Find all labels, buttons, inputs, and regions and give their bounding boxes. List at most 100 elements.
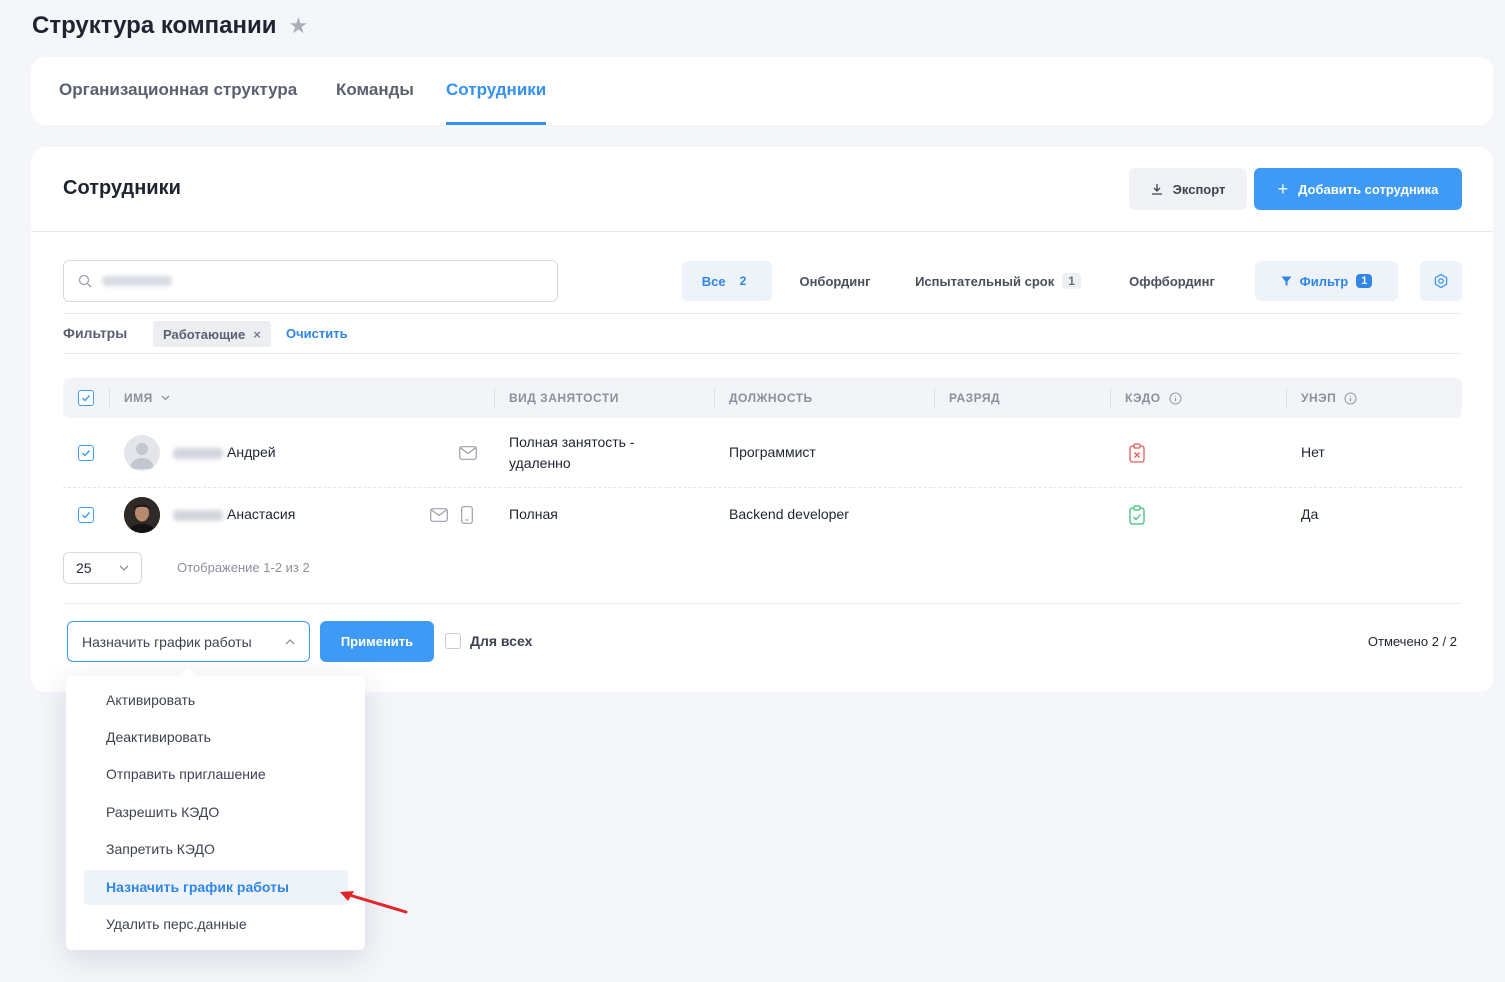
search-query-redacted (102, 276, 172, 286)
export-button[interactable]: Экспорт (1129, 168, 1247, 210)
column-grade: РАЗРЯД (949, 378, 1000, 418)
column-separator (109, 388, 110, 408)
employee-name[interactable]: Андрей (173, 442, 276, 463)
menu-item-allow-kedo[interactable]: Разрешить КЭДО (84, 795, 348, 830)
unep-value: Да (1301, 506, 1319, 522)
column-employment: ВИД ЗАНЯТОСТИ (509, 378, 619, 418)
page-title-text: Структура компании (32, 12, 277, 39)
menu-item-deactivate[interactable]: Деактивировать (84, 720, 348, 755)
row-checkbox[interactable] (78, 507, 94, 523)
menu-item-send-invite[interactable]: Отправить приглашение (84, 757, 348, 792)
select-all-checkbox[interactable] (78, 390, 94, 406)
tab-employees[interactable]: Сотрудники (446, 57, 547, 125)
segment-all[interactable]: Все 2 (682, 261, 772, 301)
column-separator (1110, 388, 1111, 408)
employee-name[interactable]: Анастасия (173, 504, 295, 525)
avatar (124, 435, 160, 471)
column-unep-label: УНЭП (1301, 391, 1337, 405)
surname-redacted (173, 447, 223, 459)
add-employee-label: Добавить сотрудника (1298, 181, 1439, 197)
row-checkbox[interactable] (78, 445, 94, 461)
segment-all-label: Все (701, 273, 726, 289)
check-icon (82, 512, 91, 519)
user-placeholder-icon (130, 443, 154, 469)
column-position-label: ДОЛЖНОСТЬ (729, 391, 813, 405)
funnel-icon (1281, 276, 1292, 286)
tab-org-structure[interactable]: Организационная структура (59, 57, 297, 125)
envelope-icon[interactable] (459, 446, 477, 460)
menu-item-assign-schedule[interactable]: Назначить график работы (84, 870, 348, 905)
filter-button[interactable]: Фильтр 1 (1255, 261, 1398, 301)
clear-filters-link[interactable]: Очистить (286, 326, 348, 341)
position: Программист (729, 444, 816, 460)
table-settings-button[interactable] (1420, 261, 1462, 301)
for-all-option[interactable]: Для всех (445, 633, 532, 649)
menu-item-activate[interactable]: Активировать (84, 683, 348, 718)
chevron-down-icon (161, 395, 170, 401)
search-icon (78, 274, 92, 288)
column-employment-label: ВИД ЗАНЯТОСТИ (509, 391, 619, 405)
column-separator (1286, 388, 1287, 408)
info-icon[interactable] (1169, 391, 1182, 405)
position: Backend developer (729, 506, 849, 522)
info-icon[interactable] (1344, 391, 1357, 405)
bulk-action-value: Назначить график работы (82, 633, 252, 650)
bulk-action-select[interactable]: Назначить график работы (67, 621, 310, 662)
page-size-select[interactable]: 25 (63, 552, 142, 584)
add-employee-button[interactable]: + Добавить сотрудника (1254, 168, 1462, 210)
segment-probation-label: Испытательный срок (915, 273, 1055, 289)
for-all-label: Для всех (470, 633, 533, 649)
page-size-value: 25 (76, 560, 92, 576)
close-icon[interactable]: × (253, 327, 261, 342)
download-icon (1151, 184, 1162, 195)
segment-onboarding[interactable]: Онбординг (786, 261, 884, 301)
column-unep: УНЭП (1301, 378, 1357, 418)
segment-offboarding[interactable]: Оффбординг (1120, 261, 1224, 301)
avatar (124, 497, 160, 533)
section-title: Сотрудники (63, 177, 181, 199)
menu-item-delete-personal-data[interactable]: Удалить перс.данные (84, 907, 348, 942)
column-separator (494, 388, 495, 408)
kedo-denied-icon (1129, 443, 1145, 463)
chevron-up-icon (285, 638, 295, 644)
plus-icon: + (1277, 178, 1289, 199)
display-info: Отображение 1-2 из 2 (177, 560, 310, 575)
menu-item-deny-kedo[interactable]: Запретить КЭДО (84, 832, 348, 867)
table-row[interactable]: Андрей Полная занятость - удаленно Прогр… (63, 418, 1462, 488)
filters-label: Фильтры (63, 325, 128, 341)
column-separator (934, 388, 935, 408)
export-label: Экспорт (1172, 181, 1226, 197)
tab-teams[interactable]: Команды (336, 57, 414, 125)
column-kedo-label: КЭДО (1125, 391, 1161, 405)
filter-count-badge: 1 (1356, 274, 1373, 288)
favorite-star-icon[interactable]: ★ (289, 15, 309, 37)
search-input[interactable] (63, 260, 558, 302)
column-position: ДОЛЖНОСТЬ (729, 378, 813, 418)
unep-value: Нет (1301, 444, 1325, 460)
filter-chip-working[interactable]: Работающие × (153, 321, 271, 347)
apply-button[interactable]: Применить (320, 621, 434, 662)
table-row[interactable]: Анастасия Полная Backend developer Да (63, 488, 1462, 542)
mobile-phone-icon[interactable] (461, 506, 473, 524)
tabs-card: Организационная структура Команды Сотруд… (31, 57, 1493, 125)
segment-all-count: 2 (739, 274, 747, 288)
check-icon (82, 395, 91, 402)
annotation-arrow-icon (340, 891, 408, 914)
column-name[interactable]: ИМЯ (124, 378, 170, 418)
filter-label: Фильтр (1299, 273, 1349, 289)
table-header: ИМЯ ВИД ЗАНЯТОСТИ ДОЛЖНОСТЬ РАЗРЯД КЭДО … (63, 378, 1462, 418)
toolbar-divider (63, 313, 1462, 314)
filter-chip-label: Работающие (163, 326, 246, 342)
page-title: Структура компании ★ (32, 12, 308, 40)
header-divider (31, 231, 1493, 232)
segment-probation[interactable]: Испытательный срок 1 (907, 261, 1089, 301)
employment-type: Полная занятость - удаленно (509, 434, 635, 471)
surname-redacted (173, 509, 223, 521)
for-all-checkbox[interactable] (445, 633, 461, 649)
employment-type: Полная (509, 506, 558, 522)
filters-divider (63, 353, 1462, 354)
envelope-icon[interactable] (430, 508, 448, 522)
bulk-action-dropdown: Активировать Деактивировать Отправить пр… (66, 667, 365, 950)
user-photo-icon (124, 497, 160, 533)
segment-onboarding-label: Онбординг (799, 273, 871, 289)
